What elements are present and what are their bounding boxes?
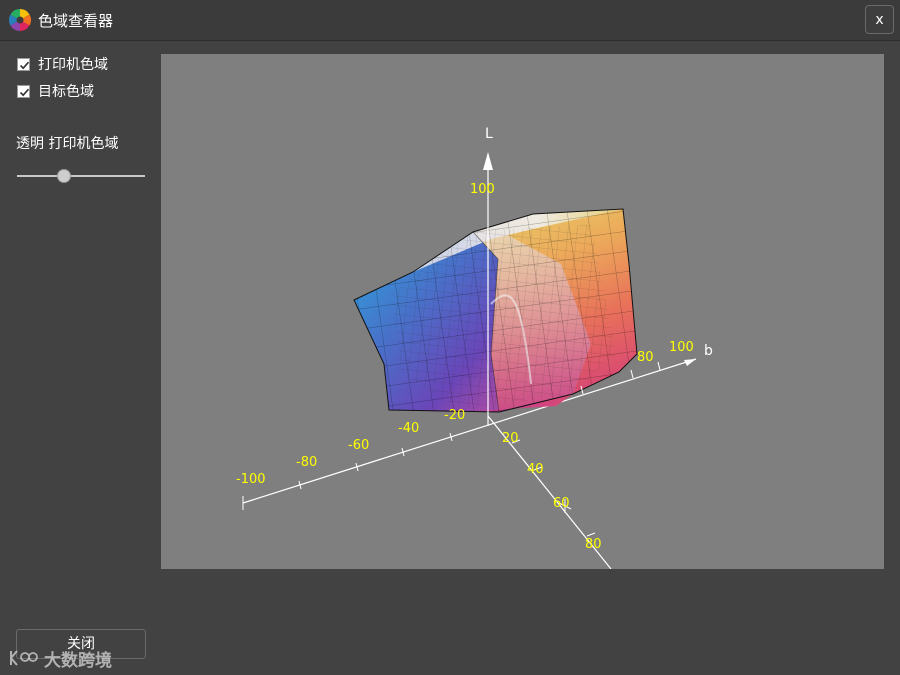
gamut-3d-scene[interactable]: -100 -80 -60 -40 -20 80 100 20 40 60 80 … bbox=[161, 54, 884, 569]
checkbox-box[interactable] bbox=[17, 57, 30, 71]
b-axis-tick-label: 80 bbox=[637, 350, 654, 365]
gamut-mesh-fine bbox=[391, 224, 616, 409]
target-gamut-checkbox[interactable]: 目标色域 bbox=[17, 82, 94, 100]
close-window-button[interactable]: x bbox=[865, 5, 894, 34]
checkbox-box[interactable] bbox=[17, 84, 30, 98]
check-icon bbox=[19, 88, 30, 96]
opacity-slider[interactable] bbox=[17, 167, 145, 185]
target-gamut-label: 目标色域 bbox=[38, 84, 94, 100]
b-axis-tick-label: -60 bbox=[348, 438, 369, 453]
a-axis-tick-label: 60 bbox=[553, 496, 570, 511]
color-wheel-icon bbox=[8, 8, 32, 32]
check-icon bbox=[19, 61, 30, 69]
slider-track[interactable] bbox=[17, 175, 145, 177]
b-axis-tick-label: -80 bbox=[296, 455, 317, 470]
a-axis-tick-label: 80 bbox=[585, 537, 602, 552]
b-axis-tick-label: -20 bbox=[444, 408, 465, 423]
b-axis-tick-label: -40 bbox=[398, 421, 419, 436]
opacity-label: 透明 打印机色域 bbox=[16, 136, 119, 152]
l-axis-name: L bbox=[485, 126, 493, 142]
printer-gamut-checkbox[interactable]: 打印机色域 bbox=[17, 55, 108, 73]
a-axis-tick-label: 20 bbox=[502, 431, 519, 446]
b-axis-name: b bbox=[704, 343, 713, 359]
b-axis-tick-label: 100 bbox=[669, 340, 694, 355]
gamut-solid bbox=[353, 208, 638, 413]
window-title: 色域查看器 bbox=[38, 12, 114, 30]
slider-thumb[interactable] bbox=[57, 169, 72, 183]
b-axis-tick-label: -100 bbox=[236, 472, 266, 487]
watermark: 大数跨境 bbox=[8, 647, 112, 671]
l-axis-tick-label: 100 bbox=[470, 182, 495, 197]
title-bar: 色域查看器 x bbox=[0, 0, 900, 41]
watermark-text: 大数跨境 bbox=[44, 650, 112, 671]
watermark-logo-icon bbox=[10, 650, 38, 666]
a-axis-tick-label: 40 bbox=[527, 462, 544, 477]
printer-gamut-label: 打印机色域 bbox=[38, 57, 108, 73]
gamut-3d-viewport[interactable]: -100 -80 -60 -40 -20 80 100 20 40 60 80 … bbox=[161, 54, 884, 569]
